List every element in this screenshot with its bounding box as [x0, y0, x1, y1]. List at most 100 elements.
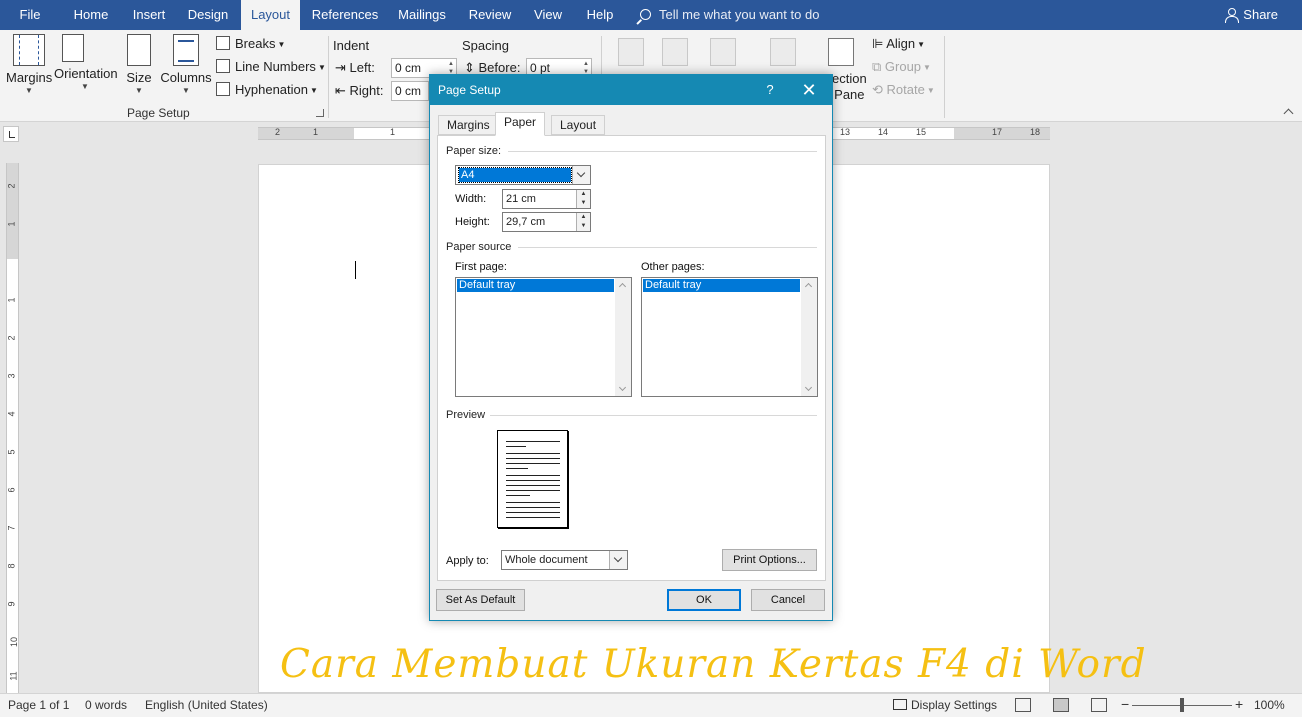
tell-me-search[interactable]: Tell me what you want to do [640, 0, 819, 30]
height-input[interactable]: 29,7 cm ▲ ▼ [502, 212, 591, 232]
help-button[interactable]: ? [760, 75, 780, 105]
ruler-number: 1 [6, 297, 17, 303]
send-backward-icon [770, 38, 796, 66]
ruler-number: 5 [6, 449, 17, 455]
scroll-up-icon[interactable] [804, 282, 813, 291]
set-as-default-button[interactable]: Set As Default [436, 589, 525, 611]
tab-view[interactable]: View [528, 0, 568, 30]
ruler-number: 2 [6, 335, 17, 341]
ruler-number: 17 [992, 127, 1003, 137]
tab-file[interactable]: File [10, 0, 50, 30]
print-options-button[interactable]: Print Options... [722, 549, 817, 571]
align-icon: ⊫ [872, 36, 887, 51]
preview-line [506, 446, 526, 447]
position-icon [618, 38, 644, 66]
orientation-button[interactable]: Orientation ▼ [54, 34, 118, 92]
scrollbar[interactable] [615, 278, 631, 396]
page-preview [497, 430, 568, 528]
tab-paper[interactable]: Paper [495, 112, 546, 136]
preview-line [506, 458, 560, 459]
chevron-down-icon: ▼ [135, 86, 143, 95]
first-page-list[interactable]: Default tray [455, 277, 632, 397]
spacing-label: Spacing [462, 38, 509, 53]
language-indicator[interactable]: English (United States) [145, 698, 268, 712]
preview-line [506, 441, 560, 442]
ruler-number: 6 [6, 487, 17, 493]
scroll-up-icon[interactable] [618, 282, 627, 291]
chevron-down-icon: ▼ [926, 86, 935, 95]
page-count[interactable]: Page 1 of 1 [8, 698, 69, 712]
chevron-down-icon[interactable] [609, 551, 627, 569]
list-item[interactable]: Default tray [457, 279, 614, 292]
other-pages-list[interactable]: Default tray [641, 277, 818, 397]
share-button[interactable]: Share [1225, 0, 1278, 30]
tab-help[interactable]: Help [580, 0, 620, 30]
line-numbers-button[interactable]: Line Numbers ▼ [216, 56, 326, 78]
spinner-arrows-icon[interactable]: ▲ ▼ [576, 190, 590, 208]
display-settings-button[interactable]: Display Settings [893, 698, 997, 712]
orientation-label: Orientation [54, 66, 118, 81]
close-icon[interactable]: ✕ [796, 75, 822, 105]
chevron-down-icon: ▼ [182, 86, 190, 95]
margins-label: Margins [6, 70, 53, 85]
size-button[interactable]: Size ▼ [124, 34, 154, 96]
zoom-slider-thumb[interactable] [1180, 698, 1184, 712]
chevron-down-icon[interactable] [572, 166, 590, 184]
width-value: 21 cm [506, 193, 536, 205]
tab-design[interactable]: Design [182, 0, 234, 30]
print-layout-icon[interactable] [1053, 698, 1069, 712]
tab-selector[interactable] [3, 126, 19, 142]
hyphenation-label: Hyphenation [235, 82, 308, 97]
align-button[interactable]: ⊫ Align ▼ [872, 33, 925, 55]
tell-me-text: Tell me what you want to do [659, 7, 820, 22]
height-label: Height: [455, 216, 490, 228]
rotate-icon: ⟲ [872, 82, 887, 97]
collapse-ribbon-icon[interactable] [1283, 108, 1294, 119]
zoom-level[interactable]: 100% [1254, 698, 1285, 712]
margins-button[interactable]: Margins ▼ [6, 34, 52, 96]
other-pages-label: Other pages: [641, 261, 705, 273]
ribbon-tab-bar: File Home Insert Design Layout Reference… [0, 0, 1302, 30]
scroll-down-icon[interactable] [804, 383, 813, 392]
tab-references[interactable]: References [308, 0, 382, 30]
zoom-out-button[interactable]: − [1121, 696, 1129, 712]
spinner-arrows-icon[interactable]: ▲ ▼ [576, 213, 590, 231]
tab-insert[interactable]: Insert [124, 0, 174, 30]
selection-pane-label[interactable]: ection Pane [832, 71, 867, 103]
breaks-button[interactable]: Breaks ▼ [216, 33, 285, 55]
preview-line [506, 490, 560, 491]
align-label: Align [886, 36, 916, 51]
tab-layout[interactable]: Layout [551, 115, 606, 135]
read-mode-icon[interactable] [1015, 698, 1031, 712]
ruler-number: 18 [1030, 127, 1041, 137]
tab-layout[interactable]: Layout [241, 0, 300, 30]
list-item[interactable]: Default tray [643, 279, 800, 292]
zoom-in-button[interactable]: + [1235, 696, 1243, 712]
tab-home[interactable]: Home [66, 0, 116, 30]
indent-left-value: 0 cm [395, 61, 422, 75]
vertical-ruler[interactable]: 2 1 1 2 3 4 5 6 7 8 9 10 11 [6, 163, 19, 693]
cancel-button[interactable]: Cancel [751, 589, 825, 611]
selection-pane-icon[interactable] [828, 38, 854, 66]
columns-button[interactable]: Columns ▼ [160, 34, 212, 96]
web-layout-icon[interactable] [1091, 698, 1107, 712]
tab-margins[interactable]: Margins [438, 115, 499, 135]
share-label: Share [1243, 7, 1278, 22]
width-input[interactable]: 21 cm ▲ ▼ [502, 189, 591, 209]
apply-to-value: Whole document [505, 554, 588, 566]
apply-to-select[interactable]: Whole document [501, 550, 628, 570]
indent-left-label: ⇥ Left: [335, 60, 375, 76]
rotate-button[interactable]: ⟲ Rotate ▼ [872, 79, 935, 101]
paper-size-select[interactable]: A4 [455, 165, 591, 185]
ok-button[interactable]: OK [667, 589, 741, 611]
hyphenation-button[interactable]: Hyphenation ▼ [216, 79, 318, 101]
word-count[interactable]: 0 words [85, 698, 127, 712]
tab-mailings[interactable]: Mailings [392, 0, 452, 30]
scrollbar[interactable] [801, 278, 817, 396]
dialog-title: Page Setup [438, 83, 501, 97]
scroll-down-icon[interactable] [618, 383, 627, 392]
page-setup-launcher-icon[interactable] [316, 109, 324, 117]
group-button[interactable]: ⧉ Group ▼ [872, 56, 931, 78]
indent-right-spinner[interactable]: 0 cm [391, 81, 429, 101]
tab-review[interactable]: Review [464, 0, 516, 30]
